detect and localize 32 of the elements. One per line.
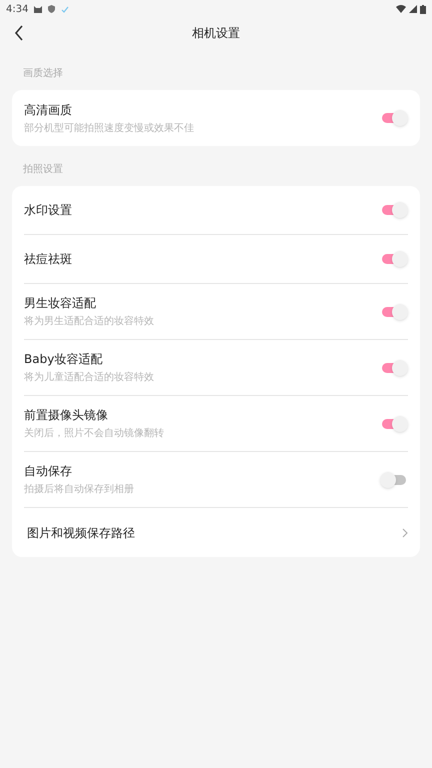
toggle-switch[interactable]: [382, 200, 408, 220]
check-icon: [61, 6, 70, 12]
cat-icon: [34, 5, 42, 13]
toggle-switch[interactable]: [382, 249, 408, 269]
setting-title: 水印设置: [24, 202, 72, 219]
back-icon[interactable]: [14, 25, 24, 41]
section-label: 拍照设置: [22, 162, 64, 177]
toggle-switch[interactable]: [382, 302, 408, 322]
setting-description: 部分机型可能拍照速度变慢或效果不佳: [24, 122, 194, 136]
setting-title: 自动保存: [24, 463, 73, 480]
chevron-right-icon: [402, 528, 408, 538]
setting-title: 男生妆容适配: [24, 295, 97, 312]
battery-icon: [420, 4, 426, 14]
signal-icon: [409, 5, 417, 13]
setting-title: 祛痘祛斑: [24, 251, 72, 268]
setting-title: Baby妆容适配: [24, 351, 104, 368]
setting-description: 关闭后，照片不会自动镜像翻转: [24, 426, 164, 441]
status-time: 4:34: [6, 2, 28, 16]
toggle-switch[interactable]: [382, 108, 408, 128]
toggle-switch[interactable]: [382, 470, 408, 490]
setting-title: 高清画质: [24, 102, 73, 118]
shield-icon: [48, 5, 56, 13]
setting-title: 前置摄像头镜像: [24, 407, 109, 424]
wifi-icon: [396, 5, 406, 13]
page-title: 相机设置: [192, 25, 240, 42]
setting-description: 将为男生适配合适的妆容特效: [24, 314, 154, 329]
setting-description: 将为儿童适配合适的妆容特效: [24, 370, 154, 385]
setting-description: 拍摄后将自动保存到相册: [24, 482, 134, 497]
toggle-switch[interactable]: [382, 358, 408, 378]
section-label: 画质选择: [22, 66, 64, 81]
toggle-switch[interactable]: [382, 414, 408, 434]
save-path-item[interactable]: 图片和视频保存路径: [24, 508, 408, 557]
